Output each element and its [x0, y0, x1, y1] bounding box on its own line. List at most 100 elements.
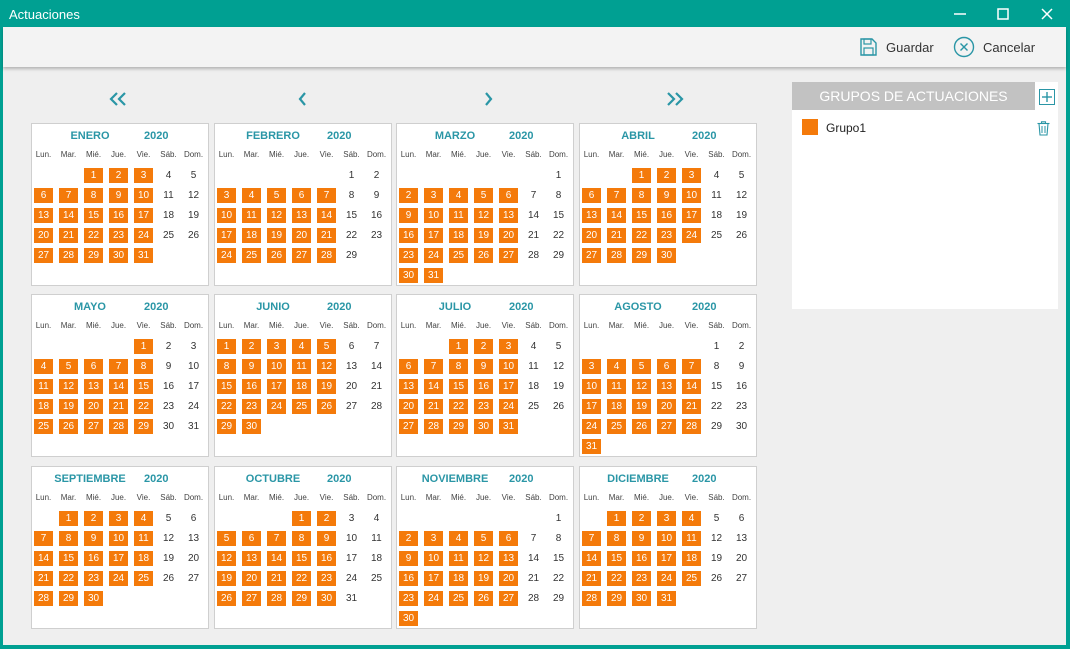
day-cell[interactable]: 11 [524, 359, 543, 374]
day-cell[interactable]: 2 [732, 339, 751, 354]
day-cell-selected[interactable]: 17 [217, 228, 236, 243]
day-cell-selected[interactable]: 13 [84, 379, 103, 394]
day-cell-selected[interactable]: 23 [474, 399, 493, 414]
day-cell-selected[interactable]: 18 [607, 399, 626, 414]
day-cell-selected[interactable]: 11 [607, 379, 626, 394]
day-cell[interactable]: 25 [707, 228, 726, 243]
day-cell-selected[interactable]: 15 [59, 551, 78, 566]
day-cell[interactable]: 16 [732, 379, 751, 394]
day-cell-selected[interactable]: 8 [84, 188, 103, 203]
day-cell-selected[interactable]: 31 [499, 419, 518, 434]
day-cell[interactable]: 28 [524, 591, 543, 606]
day-cell-selected[interactable]: 3 [499, 339, 518, 354]
day-cell-selected[interactable]: 13 [292, 208, 311, 223]
day-cell-selected[interactable]: 14 [109, 379, 128, 394]
day-cell-selected[interactable]: 25 [607, 419, 626, 434]
day-cell-selected[interactable]: 3 [134, 168, 153, 183]
day-cell-selected[interactable]: 21 [317, 228, 336, 243]
day-cell-selected[interactable]: 29 [449, 419, 468, 434]
day-cell-selected[interactable]: 21 [34, 571, 53, 586]
day-cell-selected[interactable]: 15 [632, 208, 651, 223]
day-cell[interactable]: 15 [549, 208, 568, 223]
day-cell-selected[interactable]: 10 [109, 531, 128, 546]
day-cell-selected[interactable]: 22 [632, 228, 651, 243]
day-cell-selected[interactable]: 23 [399, 591, 418, 606]
day-cell[interactable]: 18 [524, 379, 543, 394]
day-cell-selected[interactable]: 24 [582, 419, 601, 434]
day-cell[interactable]: 29 [342, 248, 361, 263]
day-cell-selected[interactable]: 14 [682, 379, 701, 394]
day-cell[interactable]: 2 [367, 168, 386, 183]
day-cell[interactable]: 7 [524, 188, 543, 203]
day-cell-selected[interactable]: 11 [242, 208, 261, 223]
day-cell-selected[interactable]: 12 [267, 208, 286, 223]
day-cell[interactable]: 6 [184, 511, 203, 526]
day-cell-selected[interactable]: 1 [134, 339, 153, 354]
day-cell-selected[interactable]: 1 [84, 168, 103, 183]
day-cell-selected[interactable]: 28 [424, 419, 443, 434]
day-cell-selected[interactable]: 11 [292, 359, 311, 374]
day-cell-selected[interactable]: 14 [267, 551, 286, 566]
day-cell-selected[interactable]: 27 [292, 248, 311, 263]
day-cell-selected[interactable]: 26 [217, 591, 236, 606]
day-cell-selected[interactable]: 26 [317, 399, 336, 414]
day-cell-selected[interactable]: 18 [449, 228, 468, 243]
day-cell-selected[interactable]: 1 [59, 511, 78, 526]
day-cell-selected[interactable]: 22 [134, 399, 153, 414]
day-cell-selected[interactable]: 24 [424, 591, 443, 606]
day-cell-selected[interactable]: 21 [607, 228, 626, 243]
day-cell-selected[interactable]: 10 [217, 208, 236, 223]
day-cell[interactable]: 10 [184, 359, 203, 374]
close-button[interactable] [1024, 0, 1070, 28]
day-cell-selected[interactable]: 11 [134, 531, 153, 546]
day-cell-selected[interactable]: 16 [84, 551, 103, 566]
day-cell[interactable]: 12 [707, 531, 726, 546]
day-cell-selected[interactable]: 25 [242, 248, 261, 263]
day-cell-selected[interactable]: 10 [134, 188, 153, 203]
day-cell[interactable]: 31 [184, 419, 203, 434]
day-cell-selected[interactable]: 3 [682, 168, 701, 183]
day-cell-selected[interactable]: 7 [34, 531, 53, 546]
day-cell-selected[interactable]: 16 [657, 208, 676, 223]
day-cell-selected[interactable]: 18 [34, 399, 53, 414]
day-cell-selected[interactable]: 3 [582, 359, 601, 374]
day-cell-selected[interactable]: 18 [242, 228, 261, 243]
day-cell[interactable]: 20 [184, 551, 203, 566]
day-cell[interactable]: 2 [159, 339, 178, 354]
day-cell-selected[interactable]: 13 [499, 208, 518, 223]
add-group-button[interactable] [1039, 89, 1055, 105]
day-cell-selected[interactable]: 17 [424, 228, 443, 243]
day-cell-selected[interactable]: 20 [582, 228, 601, 243]
day-cell-selected[interactable]: 29 [632, 248, 651, 263]
day-cell[interactable]: 1 [549, 168, 568, 183]
day-cell[interactable]: 21 [524, 571, 543, 586]
day-cell[interactable]: 16 [159, 379, 178, 394]
day-cell[interactable]: 5 [732, 168, 751, 183]
day-cell-selected[interactable]: 20 [499, 228, 518, 243]
day-cell-selected[interactable]: 21 [682, 399, 701, 414]
day-cell-selected[interactable]: 11 [449, 208, 468, 223]
day-cell-selected[interactable]: 7 [682, 359, 701, 374]
maximize-button[interactable] [980, 0, 1026, 28]
day-cell-selected[interactable]: 2 [399, 188, 418, 203]
day-cell[interactable]: 1 [549, 511, 568, 526]
day-cell-selected[interactable]: 12 [474, 208, 493, 223]
day-cell-selected[interactable]: 19 [474, 571, 493, 586]
day-cell-selected[interactable]: 16 [632, 551, 651, 566]
day-cell-selected[interactable]: 10 [682, 188, 701, 203]
day-cell-selected[interactable]: 28 [607, 248, 626, 263]
day-cell-selected[interactable]: 4 [134, 511, 153, 526]
day-cell-selected[interactable]: 21 [582, 571, 601, 586]
day-cell-selected[interactable]: 14 [34, 551, 53, 566]
day-cell-selected[interactable]: 8 [607, 531, 626, 546]
day-cell[interactable]: 19 [707, 551, 726, 566]
day-cell-selected[interactable]: 6 [399, 359, 418, 374]
day-cell-selected[interactable]: 9 [242, 359, 261, 374]
day-cell-selected[interactable]: 19 [59, 399, 78, 414]
day-cell-selected[interactable]: 30 [242, 419, 261, 434]
day-cell[interactable]: 15 [549, 551, 568, 566]
day-cell-selected[interactable]: 26 [267, 248, 286, 263]
cancel-button[interactable]: Cancelar [953, 35, 1035, 59]
day-cell-selected[interactable]: 11 [682, 531, 701, 546]
day-cell-selected[interactable]: 26 [474, 248, 493, 263]
